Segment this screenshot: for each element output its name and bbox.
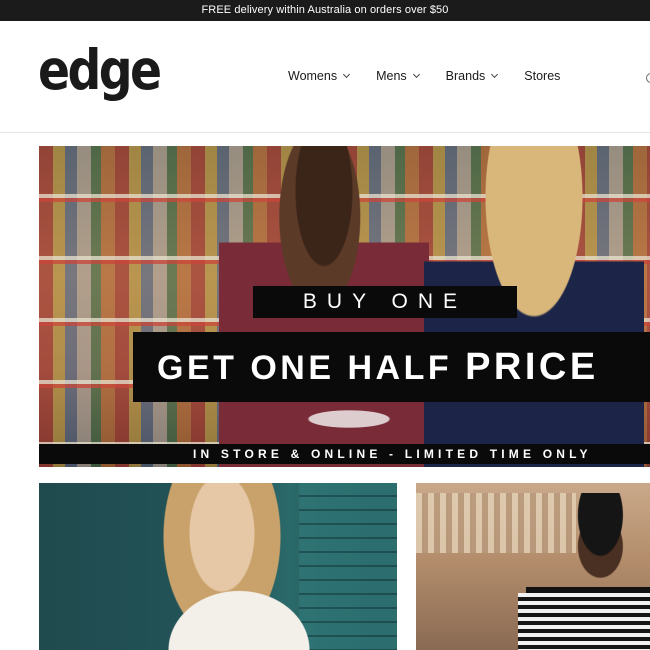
- promo-line-1: BUY ONE: [253, 286, 517, 318]
- promo-line-3: IN STORE & ONLINE - LIMITED TIME ONLY: [39, 444, 650, 464]
- logo[interactable]: edge: [38, 43, 162, 98]
- hero-banner[interactable]: BUY ONE GET ONE HALF PRICE IN STORE & ON…: [39, 146, 650, 467]
- site-header: edge Womens Mens Brands Stores: [0, 21, 650, 133]
- tile-model-shirt: [518, 593, 650, 650]
- hoodie-graphic: [279, 404, 419, 434]
- promo-line-2-text: GET ONE HALF: [157, 349, 466, 387]
- chevron-down-icon: [343, 70, 351, 79]
- chevron-down-icon: [412, 70, 420, 79]
- announcement-text: FREE delivery within Australia on orders…: [201, 4, 449, 16]
- tile-model-coat: [159, 583, 319, 650]
- promo-line-2: GET ONE HALF PRICE: [133, 332, 650, 402]
- nav-item-label: Stores: [524, 69, 561, 83]
- nav-item-womens[interactable]: Womens: [288, 69, 351, 83]
- main-nav: Womens Mens Brands Stores: [288, 69, 587, 83]
- nav-item-label: Brands: [445, 69, 486, 83]
- nav-item-stores[interactable]: Stores: [524, 69, 560, 83]
- category-tile-mens[interactable]: [416, 483, 650, 650]
- nav-item-mens[interactable]: Mens: [376, 69, 420, 83]
- chevron-down-icon: [491, 70, 499, 79]
- nav-item-label: Mens: [376, 69, 407, 83]
- nav-item-brands[interactable]: Brands: [445, 69, 499, 83]
- search-icon[interactable]: [646, 73, 650, 83]
- nav-item-label: Womens: [288, 69, 338, 83]
- promo-line-2-price: PRICE: [465, 346, 599, 388]
- announcement-bar: FREE delivery within Australia on orders…: [0, 0, 650, 21]
- category-tile-womens[interactable]: [39, 483, 397, 650]
